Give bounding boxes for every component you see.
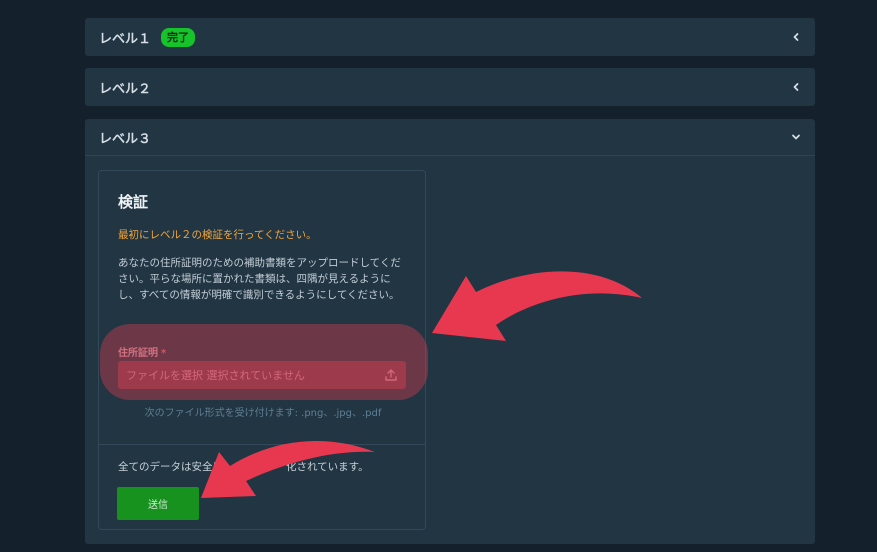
chevron-left-icon[interactable] [791, 32, 801, 42]
accepted-formats-text: 次のファイル形式を受け付けます: .png、.jpg、.pdf [144, 408, 382, 419]
level-2-title: レベル２ [99, 81, 152, 97]
level-1-title: レベル１ [99, 31, 152, 47]
upload-icon[interactable] [384, 368, 398, 382]
file-input-text: ファイルを選択 選択されていません [126, 369, 305, 382]
file-input[interactable]: ファイルを選択 選択されていません [118, 361, 406, 389]
required-mark: * [161, 348, 167, 359]
address-proof-label: 住所証明 * [118, 344, 166, 359]
warning-text: 最初にレベル２の検証を行ってください。 [118, 229, 317, 241]
level-3-title: レベル３ [99, 131, 152, 147]
accordion-level-2[interactable]: レベル２ [85, 68, 815, 106]
status-badge: 完了 [161, 27, 196, 47]
card-title: 検証 [118, 193, 149, 211]
verification-card: 検証 最初にレベル２の検証を行ってください。 あなたの住所証明のための補助書類を… [98, 170, 426, 530]
description-text: あなたの住所証明のための補助書類をアップロードしてください。平らな場所に置かれた… [118, 257, 401, 301]
accordion-level-3: レベル３ 検証 最初にレベル２の検証を行ってください。 あなたの住所証明のための… [85, 119, 815, 544]
accordion-level-1[interactable]: レベル１ 完了 [85, 18, 815, 56]
field-label-text: 住所証明 [118, 348, 158, 359]
submit-button[interactable]: 送信 [117, 487, 199, 520]
chevron-down-icon[interactable] [791, 132, 801, 142]
secure-note: 全てのデータは安全に 化されています。 [118, 461, 369, 473]
chevron-left-icon[interactable] [791, 82, 801, 92]
accordion-level-3-header[interactable]: レベル３ [85, 119, 815, 156]
divider [99, 444, 425, 445]
